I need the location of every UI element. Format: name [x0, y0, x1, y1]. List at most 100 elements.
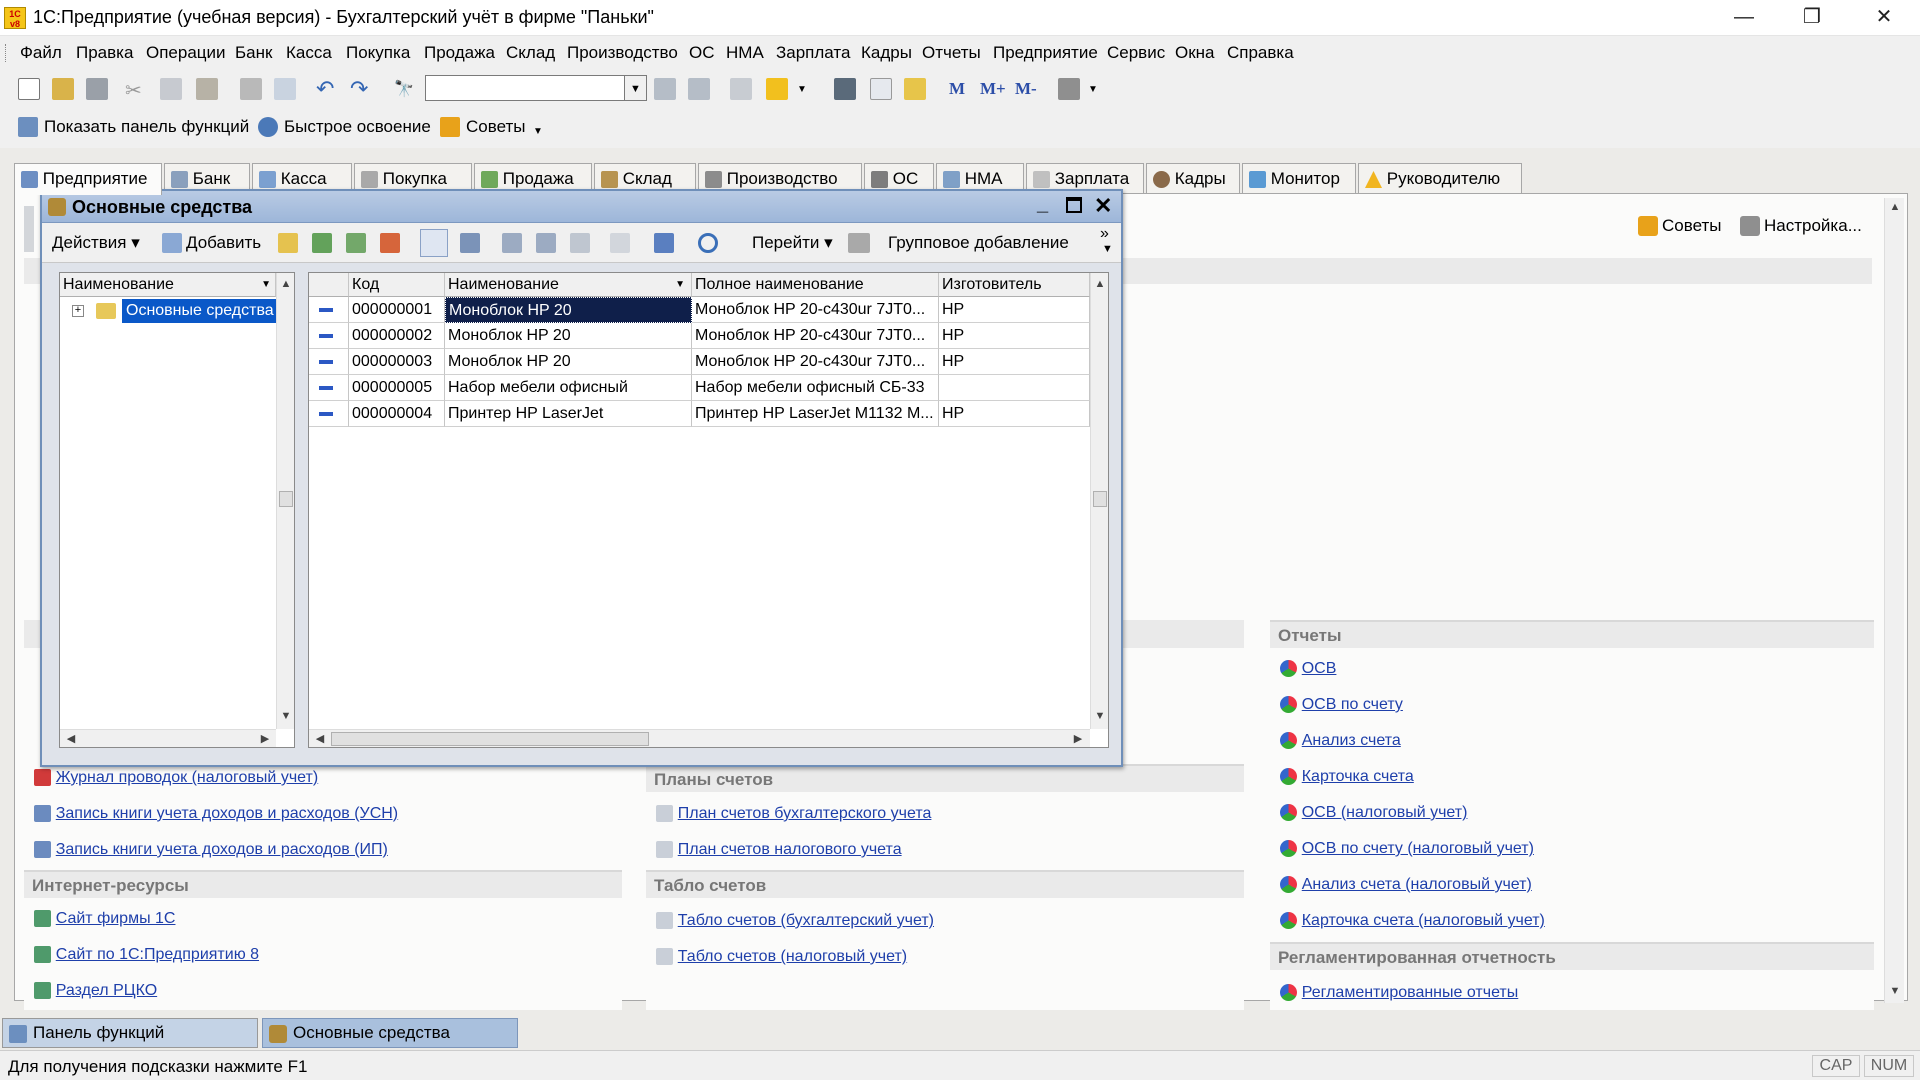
- undo-icon[interactable]: ↶: [316, 76, 334, 102]
- report-analysis-link[interactable]: Анализ счета: [1302, 732, 1401, 749]
- dialog-maximize-button[interactable]: [1066, 197, 1082, 213]
- scroll-left-icon[interactable]: ◀: [311, 730, 329, 748]
- restore-button[interactable]: ❐: [1778, 0, 1846, 34]
- menu-fixed-assets[interactable]: ОС: [689, 43, 715, 63]
- table-cell-full-name[interactable]: Моноблок HP 20-c430ur 7JT0...: [692, 323, 939, 349]
- search-input[interactable]: [425, 75, 625, 101]
- plan-tax-link[interactable]: План счетов налогового учета: [678, 841, 902, 858]
- usn-link[interactable]: Запись книги учета доходов и расходов (У…: [56, 805, 398, 822]
- more-icon[interactable]: »: [1100, 225, 1109, 243]
- report-item[interactable]: Карточка счета: [1280, 766, 1414, 786]
- copy-item-icon[interactable]: [312, 233, 332, 253]
- chevron-down-icon[interactable]: ▼: [1102, 243, 1113, 255]
- table-row-icon-cell[interactable]: [309, 323, 349, 349]
- table-row-icon-cell[interactable]: [309, 375, 349, 401]
- group-add-button[interactable]: Групповое добавление: [888, 233, 1069, 253]
- site-8-link[interactable]: Сайт по 1С:Предприятию 8: [56, 946, 259, 963]
- tab-management[interactable]: Руководителю: [1358, 163, 1522, 193]
- open-folder-icon[interactable]: [52, 78, 74, 100]
- windows-icon[interactable]: [730, 78, 752, 100]
- report-card-link[interactable]: Карточка счета: [1302, 768, 1414, 785]
- report-item[interactable]: Регламентированные отчеты: [1280, 982, 1518, 1002]
- chevron-down-icon[interactable]: ▼: [1088, 84, 1098, 95]
- report-item[interactable]: Карточка счета (налоговый учет): [1280, 910, 1545, 930]
- clear-filter-icon[interactable]: [610, 233, 630, 253]
- journal-link[interactable]: Журнал проводок (налоговый учет): [56, 769, 318, 786]
- table-cell-name[interactable]: Моноблок HP 20: [445, 349, 692, 375]
- menu-staff[interactable]: Кадры: [861, 43, 912, 63]
- tablo-tax-item[interactable]: Табло счетов (налоговый учет): [656, 946, 907, 966]
- tree-hscroll[interactable]: ◀ ▶: [60, 729, 276, 747]
- scroll-thumb[interactable]: [331, 732, 649, 746]
- rcko-item[interactable]: Раздел РЦКО: [34, 980, 157, 1000]
- table-cell-maker[interactable]: HP: [939, 401, 1090, 427]
- scroll-down-icon[interactable]: ▼: [277, 707, 295, 725]
- task-fixed-assets[interactable]: Основные средства: [262, 1018, 518, 1048]
- filter-list-icon[interactable]: [570, 233, 590, 253]
- report-item[interactable]: ОСВ: [1280, 658, 1336, 678]
- tab-staff[interactable]: Кадры: [1146, 163, 1240, 193]
- menu-reports[interactable]: Отчеты: [922, 43, 981, 63]
- dialog-close-button[interactable]: ✕: [1094, 193, 1112, 219]
- new-document-icon[interactable]: [18, 78, 40, 100]
- table-cell-full-name[interactable]: Набор мебели офисный СБ-33: [692, 375, 939, 401]
- table-cell-maker[interactable]: HP: [939, 297, 1090, 323]
- add-button[interactable]: Добавить: [186, 233, 261, 253]
- filter-value-icon[interactable]: [536, 233, 556, 253]
- hierarchy-toggle-button[interactable]: [420, 229, 448, 257]
- level-up-icon[interactable]: [460, 233, 480, 253]
- menu-file[interactable]: Файл: [20, 43, 62, 63]
- column-header-code[interactable]: Код: [349, 273, 445, 297]
- menu-salary[interactable]: Зарплата: [776, 43, 850, 63]
- menu-production[interactable]: Производство: [567, 43, 678, 63]
- menu-help[interactable]: Справка: [1227, 43, 1294, 63]
- table-cell-name-selected[interactable]: Моноблок HP 20: [445, 297, 692, 323]
- dialog-minimize-button[interactable]: _: [1037, 193, 1048, 216]
- panel-tips-button[interactable]: Советы: [1662, 216, 1721, 236]
- paste-icon[interactable]: [196, 78, 218, 100]
- close-button[interactable]: ✕: [1850, 0, 1918, 34]
- report-item[interactable]: Анализ счета: [1280, 730, 1401, 750]
- find-prev-icon[interactable]: [688, 78, 710, 100]
- task-function-panel[interactable]: Панель функций: [2, 1018, 258, 1048]
- report-item[interactable]: ОСВ (налоговый учет): [1280, 802, 1467, 822]
- plan-tax-item[interactable]: План счетов налогового учета: [656, 839, 902, 859]
- actions-menu[interactable]: Действия ▾: [52, 233, 140, 253]
- journal-link-item[interactable]: Журнал проводок (налоговый учет): [34, 767, 318, 787]
- table-hscroll[interactable]: ◀ ▶: [309, 729, 1090, 747]
- tree-header[interactable]: Наименование ▼: [60, 273, 276, 297]
- table-cell-code[interactable]: 000000004: [349, 401, 445, 427]
- table-row-icon-cell[interactable]: [309, 349, 349, 375]
- tablo-accounting-item[interactable]: Табло счетов (бухгалтерский учет): [656, 910, 934, 930]
- menu-windows[interactable]: Окна: [1175, 43, 1215, 63]
- site-8-item[interactable]: Сайт по 1С:Предприятию 8: [34, 944, 259, 964]
- redo-icon[interactable]: ↷: [350, 76, 368, 102]
- column-header-name[interactable]: Наименование ▼: [445, 273, 692, 297]
- table-cell-full-name[interactable]: Принтер HP LaserJet M1132 M...: [692, 401, 939, 427]
- report-osv-account-tax-link[interactable]: ОСВ по счету (налоговый учет): [1302, 840, 1534, 857]
- menu-warehouse[interactable]: Склад: [506, 43, 555, 63]
- minimize-button[interactable]: —: [1710, 0, 1778, 34]
- refresh-icon[interactable]: [698, 233, 718, 253]
- table-cell-maker[interactable]: HP: [939, 323, 1090, 349]
- column-header-full-name[interactable]: Полное наименование: [692, 273, 939, 297]
- menu-cash[interactable]: Касса: [286, 43, 332, 63]
- menu-edit[interactable]: Правка: [76, 43, 133, 63]
- scroll-up-icon[interactable]: ▲: [1886, 198, 1904, 216]
- help-icon[interactable]: [766, 78, 788, 100]
- edit-item-icon[interactable]: [346, 233, 366, 253]
- copy-icon[interactable]: [160, 78, 182, 100]
- cut-icon[interactable]: ✂: [125, 78, 142, 103]
- table-cell-full-name[interactable]: Моноблок HP 20-c430ur 7JT0...: [692, 349, 939, 375]
- site-1c-link[interactable]: Сайт фирмы 1С: [56, 910, 176, 927]
- ip-link[interactable]: Запись книги учета доходов и расходов (И…: [56, 841, 388, 858]
- table-row-icon-cell[interactable]: [309, 401, 349, 427]
- report-osv-account-link[interactable]: ОСВ по счету: [1302, 696, 1403, 713]
- scroll-left-icon[interactable]: ◀: [62, 730, 80, 748]
- table-row-icon-cell[interactable]: [309, 297, 349, 323]
- calculator-icon[interactable]: [834, 78, 856, 100]
- save-icon[interactable]: [86, 78, 108, 100]
- scroll-thumb[interactable]: [1093, 491, 1107, 507]
- column-header-icon[interactable]: [309, 273, 349, 297]
- search-dropdown-button[interactable]: ▼: [625, 75, 647, 101]
